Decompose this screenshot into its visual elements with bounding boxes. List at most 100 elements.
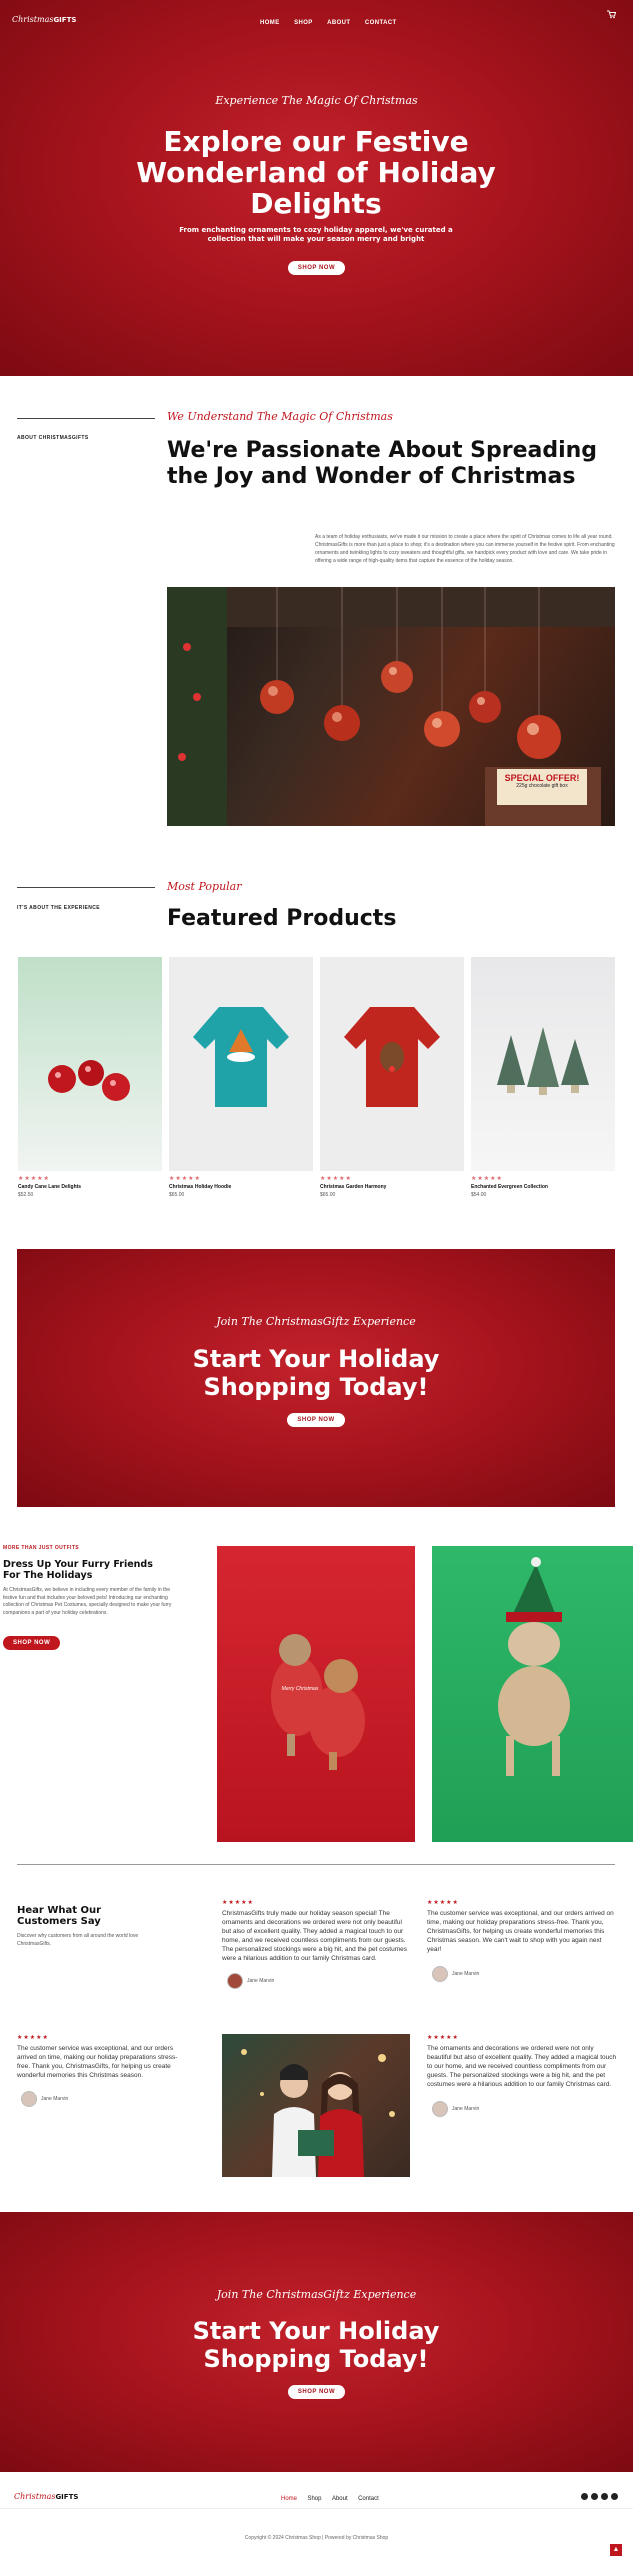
facebook-icon[interactable] bbox=[581, 2493, 588, 2500]
product-name[interactable]: Candy Cane Lane Delights bbox=[18, 1184, 162, 1190]
pets-body: At ChristmasGifts, we believe in includi… bbox=[3, 1587, 172, 1616]
featured-rule bbox=[17, 887, 155, 888]
rating-stars: ★★★★★ bbox=[17, 2035, 49, 2041]
avatar bbox=[21, 2090, 37, 2107]
nav-home[interactable]: HOME bbox=[260, 20, 280, 26]
cta-banner: Join The ChristmasGiftz Experience Start… bbox=[17, 1249, 615, 1507]
cta-title: Start Your Holiday Shopping Today! bbox=[192, 1345, 440, 1401]
footer-logo[interactable]: ChristmasGIFTS bbox=[14, 2486, 78, 2504]
product-name[interactable]: Christmas Holiday Hoodie bbox=[169, 1184, 313, 1190]
nav-shop[interactable]: SHOP bbox=[294, 20, 313, 26]
testimonial-text: The ornaments and decorations we ordered… bbox=[427, 2045, 617, 2088]
product-rating: ★★★★★ bbox=[169, 1176, 201, 1182]
rating-stars: ★★★★★ bbox=[427, 1900, 459, 1906]
pets-shop-now-button[interactable]: SHOP NOW bbox=[3, 1636, 61, 1650]
cta-banner-bottom: Join The ChristmasGiftz Experience Start… bbox=[0, 2212, 633, 2472]
hero-shop-now-button[interactable]: SHOP NOW bbox=[287, 261, 346, 275]
hero-title: Explore our Festive Wonderland of Holida… bbox=[136, 125, 496, 220]
dogs-red-image: Merry Christmas bbox=[217, 1546, 415, 1842]
featured-tagline: Most Popular bbox=[167, 880, 242, 893]
footer-nav-about[interactable]: About bbox=[332, 2496, 348, 2502]
footer-logo-bold: GIFTS bbox=[55, 2493, 79, 2501]
nav-contact[interactable]: CONTACT bbox=[365, 20, 397, 26]
footer-nav-contact[interactable]: Contact bbox=[358, 2496, 379, 2502]
special-offer-text: SPECIAL OFFER! bbox=[504, 773, 580, 783]
social-links bbox=[578, 2487, 618, 2505]
logo-script: Christmas bbox=[12, 15, 54, 24]
pets-section: MORE THAN JUST OUTFITS Dress Up Your Fur… bbox=[0, 1530, 633, 1850]
testimonials-subtitle: Discover why customers from all around t… bbox=[17, 1933, 139, 1947]
product-price: $52.50 bbox=[18, 1192, 34, 1198]
testimonial-photo bbox=[222, 2034, 410, 2177]
testimonial-text: ChristmasGifts truly made our holiday se… bbox=[222, 1910, 407, 1962]
author-name: Jane Marvin bbox=[41, 2095, 69, 2102]
sweater-text: Merry Christmas bbox=[281, 1686, 319, 1692]
testimonials-title: Hear What Our Customers Say bbox=[17, 1905, 102, 1927]
site-logo[interactable]: ChristmasGIFTS bbox=[12, 9, 76, 27]
product-card[interactable]: ★★★★★ Christmas Holiday Hoodie $65.00 bbox=[169, 957, 313, 1198]
cta-shop-now-button[interactable]: SHOP NOW bbox=[287, 1413, 345, 1427]
nav-about[interactable]: ABOUT bbox=[327, 20, 350, 26]
testimonial-text: The customer service was exceptional, an… bbox=[17, 2045, 178, 2079]
site-footer: ChristmasGIFTS Home Shop About Contact C… bbox=[0, 2472, 633, 2560]
cta-shop-now-button[interactable]: SHOP NOW bbox=[287, 2385, 346, 2399]
author-name: Jane Marvin bbox=[452, 1970, 480, 1977]
main-nav: HOME SHOP ABOUT CONTACT bbox=[255, 11, 402, 29]
product-name[interactable]: Christmas Garden Harmony bbox=[320, 1184, 464, 1190]
author-name: Jane Marvin bbox=[452, 2105, 480, 2112]
product-image[interactable] bbox=[320, 957, 464, 1171]
featured-title: Featured Products bbox=[167, 906, 397, 931]
dog-green-image bbox=[432, 1546, 633, 1842]
about-tagline: We Understand The Magic Of Christmas bbox=[167, 410, 393, 423]
product-rating: ★★★★★ bbox=[18, 1176, 50, 1182]
about-body: As a team of holiday enthusiasts, we've … bbox=[315, 534, 615, 564]
instagram-icon[interactable] bbox=[591, 2493, 598, 2500]
footer-nav-shop[interactable]: Shop bbox=[307, 2496, 321, 2502]
product-image[interactable] bbox=[18, 957, 162, 1171]
product-price: $54.00 bbox=[471, 1192, 487, 1198]
product-rating: ★★★★★ bbox=[471, 1176, 503, 1182]
twitter-icon[interactable] bbox=[601, 2493, 608, 2500]
product-card[interactable]: ★★★★★ Enchanted Evergreen Collection $54… bbox=[471, 957, 615, 1198]
testimonials-rule bbox=[17, 1864, 615, 1865]
testimonials-section: Hear What Our Customers Say Discover why… bbox=[0, 1850, 633, 2212]
hero-subtitle: From enchanting ornaments to cozy holida… bbox=[179, 226, 453, 243]
footer-logo-script: Christmas bbox=[14, 2492, 56, 2501]
product-name[interactable]: Enchanted Evergreen Collection bbox=[471, 1184, 615, 1190]
avatar bbox=[432, 2100, 448, 2117]
youtube-icon[interactable] bbox=[611, 2493, 618, 2500]
featured-side-label: IT'S ABOUT THE EXPERIENCE bbox=[17, 905, 100, 911]
logo-bold: GIFTS bbox=[53, 16, 77, 24]
testimonial-card: ★★★★★ The ornaments and decorations we o… bbox=[427, 2034, 617, 2118]
product-image[interactable] bbox=[169, 957, 313, 1171]
product-card[interactable]: ★★★★★ Candy Cane Lane Delights $52.50 bbox=[18, 957, 162, 1198]
avatar bbox=[227, 1972, 243, 1989]
footer-nav-home[interactable]: Home bbox=[281, 2496, 297, 2502]
copyright: Copyright © 2024 Christmas Shop | Powere… bbox=[244, 2535, 389, 2541]
author-name: Jane Marvin bbox=[247, 1977, 275, 1984]
rating-stars: ★★★★★ bbox=[222, 1900, 254, 1906]
about-side-label: ABOUT CHRISTMASGIFTS bbox=[17, 435, 89, 441]
product-price: $65.00 bbox=[320, 1192, 336, 1198]
testimonial-card: ★★★★★ ChristmasGifts truly made our holi… bbox=[222, 1899, 412, 1990]
about-section: ABOUT CHRISTMASGIFTS We Understand The M… bbox=[0, 376, 633, 856]
testimonial-text: The customer service was exceptional, an… bbox=[427, 1910, 614, 1953]
pets-label: MORE THAN JUST OUTFITS bbox=[3, 1545, 80, 1551]
special-offer-sign: SPECIAL OFFER! 225g chocolate gift box bbox=[497, 769, 587, 805]
product-rating: ★★★★★ bbox=[320, 1176, 352, 1182]
cart-icon[interactable] bbox=[606, 6, 617, 19]
hero-section: ChristmasGIFTS HOME SHOP ABOUT CONTACT E… bbox=[0, 0, 633, 376]
product-price: $65.00 bbox=[169, 1192, 185, 1198]
testimonial-card: ★★★★★ The customer service was exception… bbox=[427, 1899, 617, 1983]
about-image: SPECIAL OFFER! 225g chocolate gift box bbox=[167, 587, 615, 826]
footer-divider bbox=[0, 2508, 633, 2509]
product-image[interactable] bbox=[471, 957, 615, 1171]
footer-nav: Home Shop About Contact bbox=[278, 2487, 382, 2505]
about-rule bbox=[17, 418, 155, 419]
testimonial-card: ★★★★★ The customer service was exception… bbox=[17, 2034, 187, 2108]
cta-title: Start Your Holiday Shopping Today! bbox=[192, 2317, 440, 2373]
cta-tagline: Join The ChristmasGiftz Experience bbox=[216, 1315, 416, 1328]
hero-tagline: Experience The Magic Of Christmas bbox=[215, 94, 418, 107]
back-to-top-button[interactable]: ▲ bbox=[610, 2544, 622, 2556]
product-card[interactable]: ★★★★★ Christmas Garden Harmony $65.00 bbox=[320, 957, 464, 1198]
